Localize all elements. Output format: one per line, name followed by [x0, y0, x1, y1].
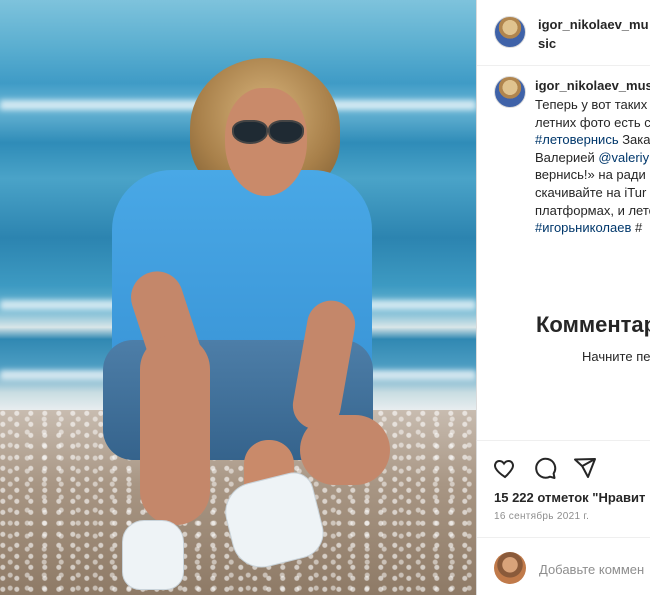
likes-count[interactable]: 15 222 отметок "Нравит [494, 490, 645, 505]
comments-title: Комментари [536, 312, 650, 337]
caption-line: летних фото есть с [535, 114, 650, 130]
heart-icon[interactable] [493, 456, 517, 480]
comments-subtitle: Начните пе [582, 349, 650, 364]
caption-line: платформах, и лето [535, 202, 650, 218]
profile-avatar[interactable] [494, 16, 526, 48]
post-side-panel: igor_nikolaev_music igor_nikolaev_music … [476, 0, 650, 595]
caption-line: #игорьниколаев # [535, 220, 643, 236]
actions-divider [477, 440, 650, 441]
post-photo[interactable] [0, 0, 476, 595]
person-leg [140, 335, 210, 525]
comment-icon[interactable] [533, 456, 557, 480]
post-date: 16 сентябрь 2021 г. [494, 511, 590, 522]
comment-input[interactable]: Добавьте коммен [539, 562, 644, 577]
share-icon[interactable] [573, 456, 597, 480]
caption-line: Теперь у вот таких [535, 97, 648, 112]
caption-line: вернись!» на ради [535, 167, 646, 183]
caption-line: Валерией @valeriy [535, 149, 650, 165]
header-divider [477, 65, 650, 66]
header-username[interactable]: igor_nikolaev_music [538, 15, 650, 53]
caption-text: Теперь у вот таких летних фото есть с #л… [535, 96, 650, 237]
caption-avatar[interactable] [494, 76, 526, 108]
emoji-avatar[interactable] [494, 552, 526, 584]
comment-divider [477, 537, 650, 538]
caption-line: скачивайте на iTur [535, 184, 647, 200]
sunglasses [232, 120, 304, 144]
sneaker [122, 520, 184, 590]
caption-line: #летовернись Зака [535, 132, 650, 148]
caption-username[interactable]: igor_nikolaev_music [535, 78, 650, 93]
